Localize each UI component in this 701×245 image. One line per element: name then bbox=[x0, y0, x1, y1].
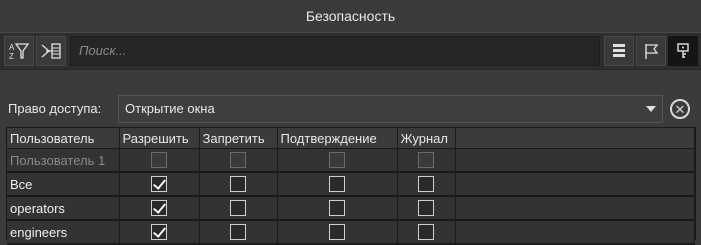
log-checkbox[interactable] bbox=[418, 152, 434, 169]
chevron-down-icon bbox=[646, 106, 656, 112]
deny-checkbox[interactable] bbox=[230, 200, 246, 217]
permissions-table: Пользователь Разрешить Запретить Подтвер… bbox=[6, 127, 696, 245]
allow-checkbox[interactable] bbox=[151, 176, 167, 193]
log-cell bbox=[397, 172, 456, 197]
table-row[interactable]: Пользователь 1 bbox=[7, 148, 695, 173]
column-header-deny[interactable]: Запретить bbox=[199, 128, 278, 149]
toolbar: A Z bbox=[0, 32, 701, 70]
allow-cell bbox=[119, 148, 200, 173]
allow-checkbox[interactable] bbox=[151, 224, 167, 241]
deny-cell bbox=[199, 148, 278, 173]
allow-cell bbox=[119, 196, 200, 221]
user-name-cell: operators bbox=[7, 196, 120, 221]
filter-add-button[interactable] bbox=[36, 36, 66, 66]
deny-cell bbox=[199, 196, 278, 221]
window-title: Безопасность bbox=[0, 0, 701, 32]
sort-filter-button[interactable]: A Z bbox=[4, 36, 34, 66]
row-spacer-cell bbox=[455, 196, 695, 221]
allow-checkbox[interactable] bbox=[151, 200, 167, 217]
deny-cell bbox=[199, 220, 278, 245]
close-icon: ✕ bbox=[674, 101, 686, 117]
table-row[interactable]: engineers bbox=[7, 220, 695, 245]
window-title-text: Безопасность bbox=[305, 8, 396, 24]
access-right-value: Открытие окна bbox=[125, 101, 215, 116]
row-spacer-cell bbox=[455, 220, 695, 245]
allow-cell bbox=[119, 172, 200, 197]
deny-checkbox[interactable] bbox=[230, 176, 246, 193]
confirm-cell bbox=[277, 220, 398, 245]
column-header-spacer bbox=[455, 128, 695, 149]
confirm-cell bbox=[277, 148, 398, 173]
svg-text:A: A bbox=[9, 43, 15, 52]
confirm-checkbox[interactable] bbox=[329, 200, 345, 217]
confirm-checkbox[interactable] bbox=[329, 224, 345, 241]
confirm-checkbox[interactable] bbox=[329, 152, 345, 169]
filter-add-icon bbox=[41, 43, 61, 59]
flag-icon bbox=[645, 44, 659, 59]
row-spacer-cell bbox=[455, 148, 695, 173]
access-right-row: Право доступа: Открытие окна ✕ bbox=[0, 94, 701, 126]
column-header-user[interactable]: Пользователь bbox=[7, 128, 120, 149]
log-checkbox[interactable] bbox=[418, 224, 434, 241]
deny-checkbox[interactable] bbox=[230, 224, 246, 241]
column-header-allow[interactable]: Разрешить bbox=[119, 128, 200, 149]
log-cell bbox=[397, 148, 456, 173]
user-name-cell: Все bbox=[7, 172, 120, 197]
deny-checkbox[interactable] bbox=[230, 152, 246, 169]
user-name-cell: engineers bbox=[7, 220, 120, 245]
log-cell bbox=[397, 196, 456, 221]
sort-filter-icon: A Z bbox=[9, 43, 30, 61]
confirm-cell bbox=[277, 172, 398, 197]
key-icon bbox=[677, 43, 689, 58]
log-checkbox[interactable] bbox=[418, 200, 434, 217]
table-row[interactable]: Все bbox=[7, 172, 695, 197]
table-row[interactable]: operators bbox=[7, 196, 695, 221]
security-key-button[interactable] bbox=[668, 36, 698, 66]
search-input[interactable] bbox=[79, 43, 599, 58]
column-header-confirm[interactable]: Подтверждение bbox=[277, 128, 398, 149]
log-cell bbox=[397, 220, 456, 245]
allow-cell bbox=[119, 220, 200, 245]
clear-button[interactable]: ✕ bbox=[670, 99, 690, 119]
user-name-cell: Пользователь 1 bbox=[7, 148, 120, 173]
deny-cell bbox=[199, 172, 278, 197]
table-header-row: Пользователь Разрешить Запретить Подтвер… bbox=[7, 128, 695, 149]
allow-checkbox[interactable] bbox=[151, 152, 167, 169]
flag-button[interactable] bbox=[636, 36, 666, 66]
confirm-cell bbox=[277, 196, 398, 221]
row-spacer-cell bbox=[455, 172, 695, 197]
access-right-label: Право доступа: bbox=[8, 101, 102, 116]
svg-text:Z: Z bbox=[9, 52, 14, 61]
column-header-log[interactable]: Журнал bbox=[397, 128, 456, 149]
list-view-button[interactable] bbox=[604, 36, 634, 66]
confirm-checkbox[interactable] bbox=[329, 176, 345, 193]
list-icon bbox=[613, 44, 625, 57]
access-right-select[interactable]: Открытие окна bbox=[118, 95, 663, 123]
search-field[interactable] bbox=[70, 36, 600, 66]
log-checkbox[interactable] bbox=[418, 176, 434, 193]
